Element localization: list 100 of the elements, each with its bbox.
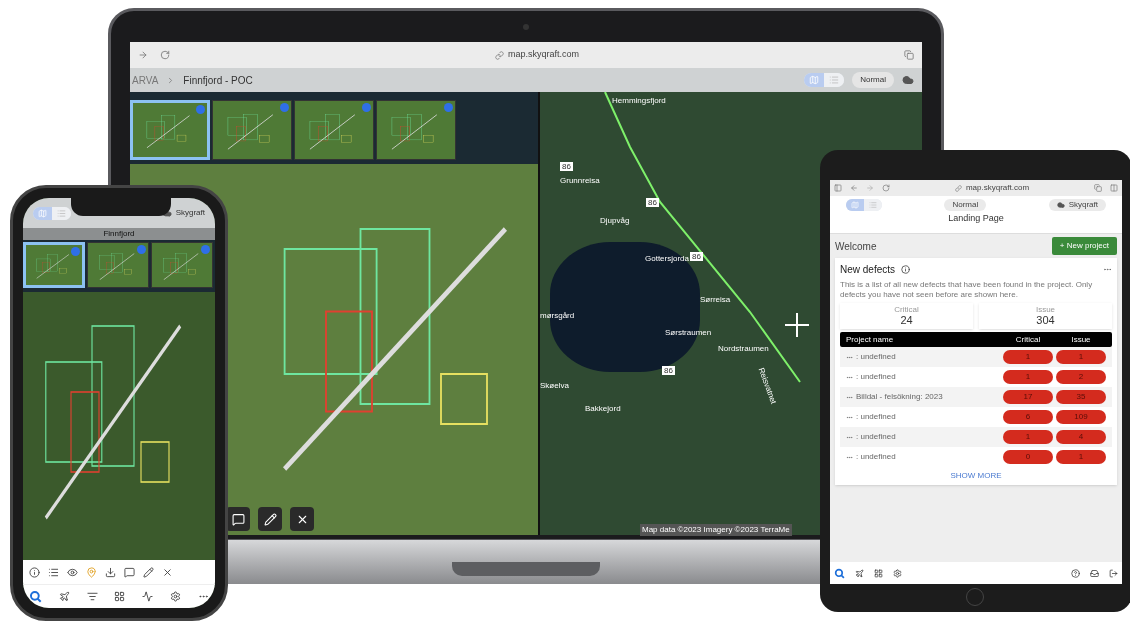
map-place-label: Sørstraumen xyxy=(665,327,712,339)
tool-button[interactable] xyxy=(258,507,282,531)
bounding-boxes-drawing xyxy=(146,114,191,149)
tool-button[interactable] xyxy=(290,507,314,531)
bounding-boxes-drawing xyxy=(162,252,199,280)
info-icon[interactable] xyxy=(901,265,911,274)
map-place-label: Gottersjorda xyxy=(645,253,690,265)
logout-icon[interactable] xyxy=(1109,568,1118,578)
reload-icon[interactable] xyxy=(160,50,170,60)
list-icon[interactable] xyxy=(48,566,59,578)
thumbnail[interactable] xyxy=(212,100,292,160)
thumbnail[interactable] xyxy=(87,242,149,288)
map-place-label: Nordstraumen xyxy=(718,343,769,355)
breadcrumb-item[interactable]: Finnfjord - POC xyxy=(183,72,253,88)
table-row[interactable]: : undefined 1 1 xyxy=(840,347,1112,367)
issue-count: 1 xyxy=(1056,350,1106,364)
bounding-boxes-drawing xyxy=(391,113,438,150)
settings-icon[interactable] xyxy=(170,591,182,602)
map-place-label: Bakkejord xyxy=(585,403,621,415)
issue-count: 4 xyxy=(1056,430,1106,444)
map-place-label: Djupvåg xyxy=(600,215,630,227)
table-row[interactable]: Billdal - felsökning: 2023 17 35 xyxy=(840,387,1112,407)
thumbnail[interactable] xyxy=(294,100,374,160)
link-icon xyxy=(954,184,962,192)
map-place-label: Sørreisa xyxy=(700,294,731,306)
grid-icon[interactable] xyxy=(874,568,883,578)
view-toggle-option[interactable] xyxy=(52,206,71,220)
column-header: Issue xyxy=(1070,333,1092,346)
cloud-icon[interactable] xyxy=(902,74,914,86)
crosshair-icon xyxy=(785,313,809,337)
bounding-boxes-drawing xyxy=(309,113,356,150)
bounding-boxes-drawing xyxy=(98,252,135,280)
account-name[interactable]: Skygraft xyxy=(175,207,205,219)
map-place-label: Grunnreisa xyxy=(560,175,600,187)
copy-icon[interactable] xyxy=(904,50,914,60)
view-toggle-option[interactable] xyxy=(864,199,882,211)
thumbnail[interactable] xyxy=(151,242,213,288)
inbox-icon[interactable] xyxy=(1090,568,1099,578)
issue-count: 2 xyxy=(1056,370,1106,384)
mode-chip[interactable]: Normal xyxy=(852,72,894,88)
project-name: : undefined xyxy=(856,451,897,463)
critical-count: 0 xyxy=(1003,450,1053,464)
show-more-link[interactable]: SHOW MORE xyxy=(950,470,1002,482)
camera-icon xyxy=(523,24,529,30)
project-name: : undefined xyxy=(856,431,897,443)
road-shield: 86 xyxy=(646,198,659,207)
table-row[interactable]: : undefined 1 4 xyxy=(840,427,1112,447)
critical-count: 17 xyxy=(1003,390,1053,404)
eye-icon[interactable] xyxy=(67,566,78,578)
project-title: Finnfjord xyxy=(103,228,135,240)
column-header: Critical xyxy=(1014,333,1042,346)
settings-icon[interactable] xyxy=(893,568,902,578)
bounding-boxes-drawing xyxy=(227,113,274,150)
welcome-heading: Welcome xyxy=(835,239,877,254)
grid-icon[interactable] xyxy=(114,591,126,602)
thumbnail[interactable] xyxy=(23,242,85,288)
road-shield: 86 xyxy=(662,366,675,375)
plane-icon[interactable] xyxy=(58,591,70,602)
stat-value: 304 xyxy=(1036,314,1055,327)
url-text[interactable]: map.skyqraft.com xyxy=(508,48,579,62)
bounding-boxes-drawing xyxy=(36,253,70,279)
view-toggle-option[interactable] xyxy=(846,199,864,211)
map-attribution: Map data ©2023 Imagery ©2023 TerraMe xyxy=(640,524,792,536)
cloud-icon xyxy=(1056,201,1065,209)
mode-chip[interactable]: Normal xyxy=(944,199,987,211)
help-icon[interactable] xyxy=(1071,568,1080,578)
stat-label: Critical xyxy=(894,305,919,314)
forward-icon[interactable] xyxy=(138,50,148,60)
road-shield: 86 xyxy=(560,162,573,171)
download-icon[interactable] xyxy=(105,566,116,578)
thumbnail[interactable] xyxy=(130,100,210,160)
logo-icon[interactable] xyxy=(29,590,42,603)
new-project-button[interactable]: + New project xyxy=(1051,237,1117,255)
project-name: : undefined xyxy=(856,351,897,363)
url-text[interactable]: map.skyqraft.com xyxy=(965,182,1030,194)
view-toggle-option[interactable] xyxy=(804,73,825,87)
close-icon[interactable] xyxy=(162,566,173,578)
thumbnail[interactable] xyxy=(376,100,456,160)
link-icon xyxy=(495,50,504,60)
view-toggle-option[interactable] xyxy=(33,206,52,220)
stat-label: Issue xyxy=(1035,305,1056,314)
issue-count: 1 xyxy=(1056,450,1106,464)
map-place-label: Hemmingsfjord xyxy=(612,95,666,107)
plane-icon[interactable] xyxy=(855,568,864,578)
project-name: : undefined xyxy=(856,371,897,383)
view-toggle-option[interactable] xyxy=(824,73,845,87)
account-chip[interactable]: Skyqraft xyxy=(1048,199,1106,211)
column-header: Project name xyxy=(846,333,895,346)
project-name: Billdal - felsökning: 2023 xyxy=(856,391,944,403)
chart-line-icon[interactable] xyxy=(142,591,154,602)
info-icon[interactable] xyxy=(29,566,40,578)
reload-icon[interactable] xyxy=(882,184,890,192)
tool-button[interactable] xyxy=(226,507,250,531)
page-title: Landing Page xyxy=(948,212,1004,225)
road-shield: 86 xyxy=(690,252,703,261)
critical-count: 1 xyxy=(1003,430,1053,444)
map-place-label: mørsgård xyxy=(540,310,575,322)
issue-count: 109 xyxy=(1056,410,1106,424)
critical-count: 1 xyxy=(1003,370,1053,384)
filter-icon[interactable] xyxy=(86,591,98,602)
